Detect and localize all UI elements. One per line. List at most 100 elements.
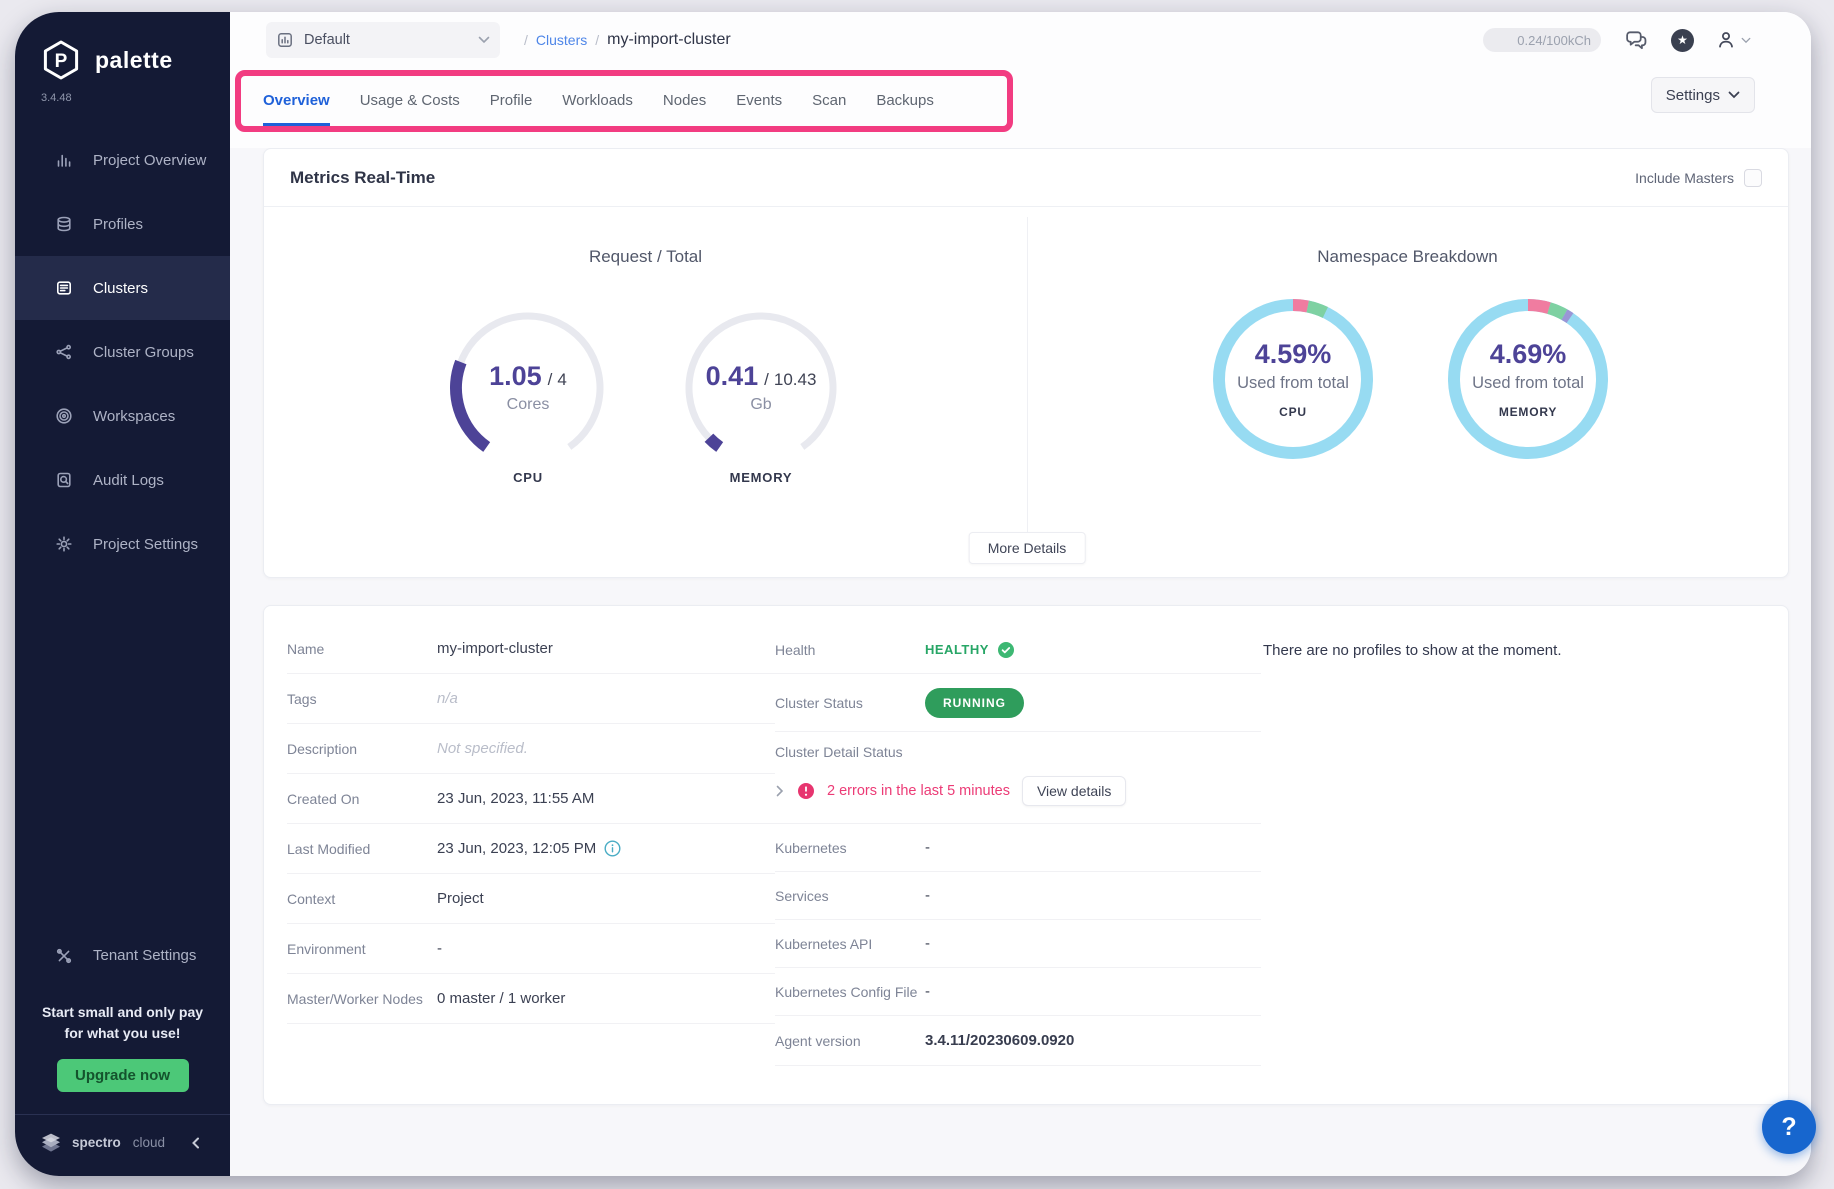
more-details-button[interactable]: More Details bbox=[969, 532, 1086, 564]
include-masters-control: Include Masters bbox=[1635, 169, 1762, 187]
tab-backups[interactable]: Backups bbox=[876, 76, 934, 126]
tab-label: Overview bbox=[263, 92, 330, 109]
tab-events[interactable]: Events bbox=[736, 76, 782, 126]
sidebar-item-label: Project Settings bbox=[93, 536, 198, 553]
sidebar-item-tenant-settings[interactable]: Tenant Settings bbox=[15, 932, 230, 980]
cpu-percent-subtitle: Used from total bbox=[1205, 374, 1381, 393]
memory-gauge-readout: 0.41/10.43 Gb bbox=[676, 361, 846, 414]
sidebar-item-label: Profiles bbox=[93, 216, 143, 233]
chevron-down-icon bbox=[478, 36, 490, 44]
tools-icon bbox=[55, 947, 73, 965]
tab-nodes[interactable]: Nodes bbox=[663, 76, 706, 126]
spectro-cloud-logo-icon bbox=[39, 1131, 63, 1155]
memory-used-value: 0.41 bbox=[706, 361, 759, 391]
footer-brand-text: spectro bbox=[72, 1135, 121, 1150]
info-icon[interactable] bbox=[604, 840, 621, 857]
table-row: Agent version 3.4.11/20230609.0920 bbox=[775, 1016, 1261, 1066]
table-row: Environment - bbox=[287, 924, 775, 974]
star-badge-button[interactable]: ★ bbox=[1671, 29, 1694, 52]
tab-scan[interactable]: Scan bbox=[812, 76, 846, 126]
sidebar-collapse-button[interactable] bbox=[188, 1135, 204, 1151]
help-button[interactable]: ? bbox=[1762, 1100, 1816, 1154]
breadcrumb: / Clusters / my-import-cluster bbox=[524, 31, 731, 49]
agent-version-value: 3.4.11/20230609.0920 bbox=[925, 1032, 1074, 1049]
tab-overview[interactable]: Overview bbox=[263, 76, 330, 126]
cpu-total-value: 4 bbox=[557, 370, 566, 389]
row-label: Context bbox=[287, 891, 437, 907]
row-label: Master/Worker Nodes bbox=[287, 991, 437, 1007]
main-area: Default / Clusters / my-import-cluster 0… bbox=[230, 12, 1811, 1176]
tab-profile[interactable]: Profile bbox=[490, 76, 533, 126]
table-row: Description Not specified. bbox=[287, 724, 775, 774]
footer-brand-text: cloud bbox=[133, 1135, 165, 1150]
table-row: Tags n/a bbox=[287, 674, 775, 724]
mini-chart-icon bbox=[276, 31, 294, 49]
tab-label: Workloads bbox=[562, 92, 633, 109]
table-row: Master/Worker Nodes 0 master / 1 worker bbox=[287, 974, 775, 1024]
breadcrumb-link-clusters[interactable]: Clusters bbox=[536, 32, 587, 48]
bar-chart-icon bbox=[55, 151, 73, 169]
promo-line: for what you use! bbox=[15, 1023, 230, 1045]
tab-workloads[interactable]: Workloads bbox=[562, 76, 633, 126]
row-label: Environment bbox=[287, 941, 437, 957]
memory-namespace-donut: 4.69% Used from total MEMORY bbox=[1440, 291, 1616, 472]
table-row: Name my-import-cluster bbox=[287, 624, 775, 674]
list-icon bbox=[55, 279, 73, 297]
cpu-donut-readout: 4.59% Used from total CPU bbox=[1205, 339, 1381, 419]
brand-name: palette bbox=[95, 47, 173, 74]
gear-icon bbox=[55, 535, 73, 553]
row-value: 23 Jun, 2023, 11:55 AM bbox=[437, 790, 594, 807]
metrics-title: Metrics Real-Time bbox=[290, 168, 435, 188]
view-details-button[interactable]: View details bbox=[1022, 776, 1126, 806]
sidebar-bottom: Tenant Settings Start small and only pay… bbox=[15, 932, 230, 1176]
table-row: Services - bbox=[775, 872, 1261, 920]
cpu-gauge-readout: 1.05/4 Cores bbox=[443, 361, 613, 414]
app-window: P palette 3.4.48 Project Overview Profil… bbox=[15, 12, 1811, 1176]
error-summary-row: 2 errors in the last 5 minutes View deta… bbox=[775, 776, 1261, 806]
promo-line: Start small and only pay bbox=[15, 1002, 230, 1024]
memory-donut-readout: 4.69% Used from total MEMORY bbox=[1440, 339, 1616, 419]
memory-gauge: 0.41/10.43 Gb MEMORY bbox=[676, 303, 846, 485]
sidebar-item-profiles[interactable]: Profiles bbox=[15, 192, 230, 256]
sidebar-item-label: Workspaces bbox=[93, 408, 175, 425]
chevron-right-icon[interactable] bbox=[775, 785, 785, 797]
memory-percent-subtitle: Used from total bbox=[1440, 374, 1616, 393]
tab-usage-costs[interactable]: Usage & Costs bbox=[360, 76, 460, 126]
table-row: Created On 23 Jun, 2023, 11:55 AM bbox=[287, 774, 775, 824]
sidebar-item-project-settings[interactable]: Project Settings bbox=[15, 512, 230, 576]
sidebar-item-project-overview[interactable]: Project Overview bbox=[15, 128, 230, 192]
tab-bar: Overview Usage & Costs Profile Workloads… bbox=[241, 76, 1007, 126]
row-value: - bbox=[437, 940, 442, 957]
include-masters-checkbox[interactable] bbox=[1744, 169, 1762, 187]
target-icon bbox=[55, 407, 73, 425]
row-value: Not specified. bbox=[437, 740, 528, 757]
chevron-down-icon bbox=[1741, 37, 1751, 44]
namespace-breakdown-title: Namespace Breakdown bbox=[1027, 247, 1788, 267]
sidebar-item-label: Cluster Groups bbox=[93, 344, 194, 361]
table-row: Last Modified 23 Jun, 2023, 12:05 PM bbox=[287, 824, 775, 874]
table-row: Kubernetes - bbox=[775, 824, 1261, 872]
sidebar-item-workspaces[interactable]: Workspaces bbox=[15, 384, 230, 448]
sidebar-item-cluster-groups[interactable]: Cluster Groups bbox=[15, 320, 230, 384]
user-menu-button[interactable] bbox=[1716, 30, 1751, 50]
sidebar-item-audit-logs[interactable]: Audit Logs bbox=[15, 448, 230, 512]
row-label: Services bbox=[775, 888, 925, 904]
cluster-details-card: Name my-import-cluster Tags n/a Descript… bbox=[263, 605, 1789, 1105]
star-icon: ★ bbox=[1677, 33, 1688, 47]
topbar: Default / Clusters / my-import-cluster 0… bbox=[230, 12, 1811, 68]
tab-label: Nodes bbox=[663, 92, 706, 109]
breadcrumb-separator: / bbox=[524, 32, 528, 48]
row-value: - bbox=[925, 935, 930, 952]
tabs-highlight-annotation: Overview Usage & Costs Profile Workloads… bbox=[235, 70, 1013, 132]
tab-label: Usage & Costs bbox=[360, 92, 460, 109]
upgrade-now-button[interactable]: Upgrade now bbox=[57, 1059, 189, 1092]
sidebar-item-clusters[interactable]: Clusters bbox=[15, 256, 230, 320]
sidebar-item-label: Audit Logs bbox=[93, 472, 164, 489]
sidebar-footer: spectro cloud bbox=[15, 1114, 230, 1176]
sidebar-nav: Project Overview Profiles Clusters bbox=[15, 128, 230, 576]
project-selector[interactable]: Default bbox=[266, 22, 500, 58]
chat-button[interactable] bbox=[1623, 28, 1649, 52]
settings-button[interactable]: Settings bbox=[1651, 77, 1755, 113]
breadcrumb-separator: / bbox=[595, 32, 599, 48]
cluster-info-column: Name my-import-cluster Tags n/a Descript… bbox=[287, 624, 775, 1024]
